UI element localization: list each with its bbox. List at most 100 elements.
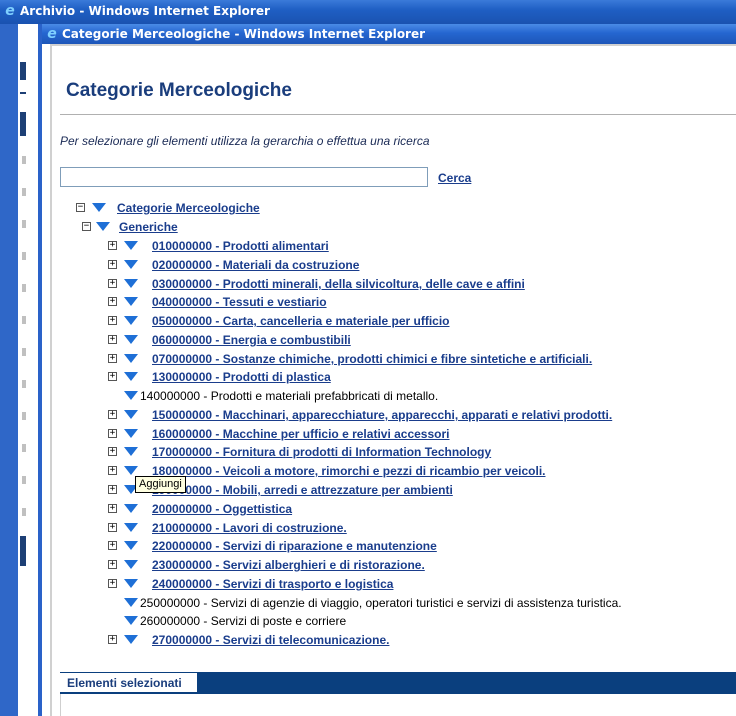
tree-item: +230000000 - Servizi alberghieri e di ri…: [108, 556, 728, 574]
blue-down-triangle-icon[interactable]: [124, 598, 138, 607]
expand-icon[interactable]: +: [108, 372, 117, 381]
tree-item: +170000000 - Fornitura di prodotti di In…: [108, 443, 728, 461]
tree-item: +070000000 - Sostanze chimiche, prodotti…: [108, 350, 728, 368]
tree-item-label[interactable]: 240000000 - Servizi di trasporto e logis…: [152, 575, 393, 593]
expand-icon[interactable]: +: [108, 316, 117, 325]
tree-item-label[interactable]: 200000000 - Oggettistica: [152, 500, 292, 518]
tree-item-label[interactable]: 060000000 - Energia e combustibili: [152, 331, 351, 349]
blue-down-triangle-icon[interactable]: [124, 466, 138, 475]
blue-down-triangle-icon[interactable]: [124, 354, 138, 363]
expand-icon[interactable]: +: [108, 523, 117, 532]
tree-item: 140000000 - Prodotti e materiali prefabb…: [108, 387, 728, 405]
tree-item-label: 260000000 - Servizi di poste e corriere: [140, 614, 347, 628]
outer-window-content-strip: [18, 24, 38, 716]
tree-item-label[interactable]: 210000000 - Lavori di costruzione.: [152, 519, 347, 537]
outer-obscured-rule: [20, 92, 26, 94]
tree-item-label[interactable]: 070000000 - Sostanze chimiche, prodotti …: [152, 350, 592, 368]
tree-item-label[interactable]: 230000000 - Servizi alberghieri e di ris…: [152, 556, 425, 574]
blue-down-triangle-icon[interactable]: [124, 260, 138, 269]
blue-down-triangle-icon[interactable]: [124, 447, 138, 456]
blue-down-triangle-icon[interactable]: [124, 316, 138, 325]
collapse-icon[interactable]: −: [76, 203, 85, 212]
expand-icon[interactable]: +: [108, 410, 117, 419]
outer-obscured-item: [22, 380, 26, 388]
expand-icon[interactable]: +: [108, 447, 117, 456]
blue-down-triangle-icon[interactable]: [124, 241, 138, 250]
tooltip: Aggiungi: [135, 476, 186, 493]
expand-icon[interactable]: +: [108, 241, 117, 250]
tree-group-label[interactable]: Generiche: [119, 218, 178, 236]
blue-down-triangle-icon[interactable]: [96, 222, 110, 231]
outer-window-title: Archivio - Windows Internet Explorer: [20, 4, 270, 18]
blue-down-triangle-icon[interactable]: [124, 391, 138, 400]
expand-icon[interactable]: +: [108, 279, 117, 288]
tree-item: +040000000 - Tessuti e vestiario: [108, 293, 728, 311]
blue-down-triangle-icon[interactable]: [124, 335, 138, 344]
expand-icon[interactable]: +: [108, 297, 117, 306]
tree-item: 250000000 - Servizi di agenzie di viaggi…: [108, 594, 728, 612]
tree-item-label[interactable]: 010000000 - Prodotti alimentari: [152, 237, 329, 255]
blue-down-triangle-icon[interactable]: [124, 560, 138, 569]
blue-down-triangle-icon[interactable]: [124, 523, 138, 532]
expand-icon[interactable]: +: [108, 354, 117, 363]
outer-window-frame: [0, 24, 18, 716]
inner-window-title: Categorie Merceologiche - Windows Intern…: [62, 27, 426, 41]
blue-down-triangle-icon[interactable]: [124, 372, 138, 381]
tree-item: +020000000 - Materiali da costruzione: [108, 256, 728, 274]
tree-item-label[interactable]: 180000000 - Veicoli a motore, rimorchi e…: [152, 462, 546, 480]
tree-item-label[interactable]: 020000000 - Materiali da costruzione: [152, 256, 359, 274]
outer-obscured-item: [22, 476, 26, 484]
blue-down-triangle-icon[interactable]: [124, 541, 138, 550]
tree-item: +050000000 - Carta, cancelleria e materi…: [108, 312, 728, 330]
outer-obscured-item: [22, 444, 26, 452]
tree-item: +160000000 - Macchine per ufficio e rela…: [108, 425, 728, 443]
blue-down-triangle-icon[interactable]: [124, 635, 138, 644]
blue-down-triangle-icon[interactable]: [124, 429, 138, 438]
outer-obscured-item: [22, 412, 26, 420]
tree-item-label[interactable]: 030000000 - Prodotti minerali, della sil…: [152, 275, 525, 293]
collapse-icon[interactable]: −: [82, 222, 91, 231]
tree-item-label[interactable]: 270000000 - Servizi di telecomunicazione…: [152, 631, 389, 649]
outer-obscured-item: [22, 284, 26, 292]
expand-icon[interactable]: +: [108, 504, 117, 513]
blue-down-triangle-icon[interactable]: [124, 579, 138, 588]
outer-obscured-item: [22, 252, 26, 260]
expand-icon[interactable]: +: [108, 485, 117, 494]
outer-obscured-button: [20, 536, 26, 566]
tree-item: +200000000 - Oggettistica: [108, 500, 728, 518]
tree-item-label[interactable]: 050000000 - Carta, cancelleria e materia…: [152, 312, 450, 330]
outer-obscured-block: [20, 112, 26, 136]
selected-panel-body: [60, 694, 736, 716]
tree-root-label[interactable]: Categorie Merceologiche: [117, 199, 260, 217]
blue-down-triangle-icon[interactable]: [124, 297, 138, 306]
tree-item-label[interactable]: 040000000 - Tessuti e vestiario: [152, 293, 327, 311]
search-button[interactable]: Cerca: [438, 171, 471, 185]
tree-item-label[interactable]: 160000000 - Macchine per ufficio e relat…: [152, 425, 450, 443]
blue-down-triangle-icon[interactable]: [92, 203, 106, 212]
tree-item-label[interactable]: 220000000 - Servizi di riparazione e man…: [152, 537, 437, 555]
tree-item: +150000000 - Macchinari, apparecchiature…: [108, 406, 728, 424]
tree-item-label[interactable]: 170000000 - Fornitura di prodotti di Inf…: [152, 443, 491, 461]
tree-item: +210000000 - Lavori di costruzione.: [108, 519, 728, 537]
expand-icon[interactable]: +: [108, 579, 117, 588]
blue-down-triangle-icon[interactable]: [124, 410, 138, 419]
expand-icon[interactable]: +: [108, 260, 117, 269]
tree-item: +130000000 - Prodotti di plastica: [108, 368, 728, 386]
expand-icon[interactable]: +: [108, 429, 117, 438]
search-input[interactable]: [60, 167, 428, 187]
expand-icon[interactable]: +: [108, 541, 117, 550]
expand-icon[interactable]: +: [108, 635, 117, 644]
blue-down-triangle-icon[interactable]: [124, 279, 138, 288]
tree-item-label[interactable]: 130000000 - Prodotti di plastica: [152, 368, 331, 386]
expand-icon[interactable]: +: [108, 335, 117, 344]
tree-item: +190000000 - Mobili, arredi e attrezzatu…: [108, 481, 728, 499]
tree-group-node: − Generiche: [82, 218, 482, 236]
blue-down-triangle-icon[interactable]: [124, 616, 138, 625]
tree-item-label[interactable]: 190000000 - Mobili, arredi e attrezzatur…: [152, 481, 453, 499]
tree-item-label[interactable]: 150000000 - Macchinari, apparecchiature,…: [152, 406, 612, 424]
outer-window-titlebar[interactable]: e Archivio - Windows Internet Explorer: [0, 0, 736, 24]
expand-icon[interactable]: +: [108, 560, 117, 569]
blue-down-triangle-icon[interactable]: [124, 504, 138, 513]
inner-window-titlebar[interactable]: e Categorie Merceologiche - Windows Inte…: [42, 24, 736, 44]
expand-icon[interactable]: +: [108, 466, 117, 475]
